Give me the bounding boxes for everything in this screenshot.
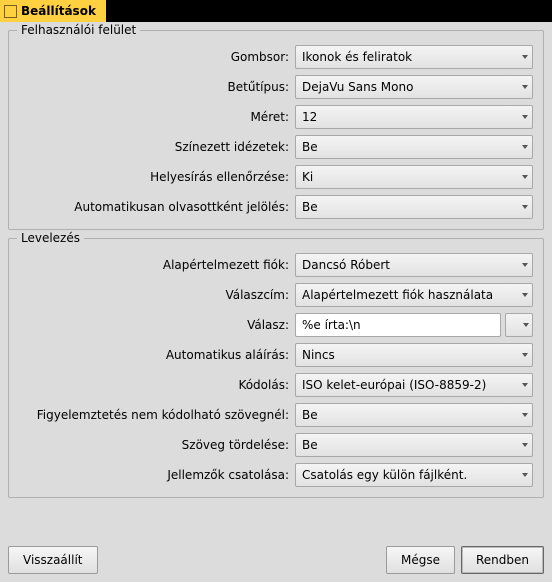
combo-encoding[interactable]: ISO kelet-európai (ISO-8859-2) bbox=[295, 373, 533, 397]
combo-autosig[interactable]: Nincs bbox=[295, 343, 533, 367]
label-autosig: Automatikus aláírás: bbox=[19, 348, 295, 362]
label-font: Betűtípus: bbox=[19, 80, 295, 94]
cancel-button[interactable]: Mégse bbox=[386, 546, 455, 574]
combo-toolbar-value: Ikonok és feliratok bbox=[302, 50, 412, 64]
combo-spell-value: Ki bbox=[302, 170, 313, 184]
settings-window: Beállítások Felhasználói felület Gombsor… bbox=[0, 0, 552, 582]
chevron-down-icon bbox=[522, 145, 528, 149]
reset-button[interactable]: Visszaállít bbox=[8, 546, 98, 574]
chevron-down-icon bbox=[522, 175, 528, 179]
combo-toolbar[interactable]: Ikonok és feliratok bbox=[295, 45, 533, 69]
chevron-down-icon bbox=[522, 443, 528, 447]
combo-attach[interactable]: Csatolás egy külön fájlként. bbox=[295, 463, 533, 487]
label-toolbar: Gombsor: bbox=[19, 50, 295, 64]
combo-quotes-value: Be bbox=[302, 140, 318, 154]
combo-replyto[interactable]: Alapértelmezett fiók használata bbox=[295, 283, 533, 307]
window-icon bbox=[4, 5, 17, 18]
label-wrap: Szöveg tördelése: bbox=[19, 438, 295, 452]
reset-button-label: Visszaállít bbox=[23, 553, 83, 567]
label-spell: Helyesírás ellenőrzése: bbox=[19, 170, 295, 184]
combo-wrap[interactable]: Be bbox=[295, 433, 533, 457]
combo-account[interactable]: Dancsó Róbert bbox=[295, 253, 533, 277]
chevron-down-icon bbox=[522, 85, 528, 89]
input-reply[interactable]: %e írta:\n bbox=[295, 313, 501, 337]
input-reply-value: %e írta:\n bbox=[302, 318, 361, 332]
label-reply: Válasz: bbox=[19, 318, 295, 332]
cancel-button-label: Mégse bbox=[401, 553, 440, 567]
combo-warn-value: Be bbox=[302, 408, 318, 422]
combo-size[interactable]: 12 bbox=[295, 105, 533, 129]
chevron-down-icon bbox=[522, 205, 528, 209]
label-warn: Figyelemztetés nem kódolható szövegnél: bbox=[19, 408, 295, 422]
combo-autoread-value: Be bbox=[302, 200, 318, 214]
combo-size-value: 12 bbox=[302, 110, 317, 124]
button-spacer bbox=[104, 546, 380, 574]
label-account: Alapértelmezett fiók: bbox=[19, 258, 295, 272]
combo-wrap-value: Be bbox=[302, 438, 318, 452]
client-area: Felhasználói felület Gombsor: Ikonok és … bbox=[0, 22, 552, 582]
label-autoread: Automatikusan olvasottként jelölés: bbox=[19, 200, 295, 214]
chevron-down-icon bbox=[523, 323, 529, 327]
label-quotes: Színezett idézetek: bbox=[19, 140, 295, 154]
combo-font[interactable]: DejaVu Sans Mono bbox=[295, 75, 533, 99]
label-attach: Jellemzők csatolása: bbox=[19, 468, 295, 482]
ok-button[interactable]: Rendben bbox=[461, 546, 544, 574]
combo-warn[interactable]: Be bbox=[295, 403, 533, 427]
combo-attach-value: Csatolás egy külön fájlként. bbox=[302, 468, 467, 482]
dialog-buttons: Visszaállít Mégse Rendben bbox=[8, 542, 544, 574]
combo-quotes[interactable]: Be bbox=[295, 135, 533, 159]
chevron-down-icon bbox=[522, 263, 528, 267]
group-ui: Felhasználói felület Gombsor: Ikonok és … bbox=[8, 30, 544, 230]
group-mail: Levelezés Alapértelmezett fiók: Dancsó R… bbox=[8, 238, 544, 498]
label-encoding: Kódolás: bbox=[19, 378, 295, 392]
chevron-down-icon bbox=[522, 413, 528, 417]
chevron-down-icon bbox=[522, 353, 528, 357]
group-mail-title: Levelezés bbox=[17, 231, 84, 245]
label-size: Méret: bbox=[19, 110, 295, 124]
group-ui-title: Felhasználói felület bbox=[17, 23, 140, 37]
chevron-down-icon bbox=[522, 383, 528, 387]
chevron-down-icon bbox=[522, 293, 528, 297]
chevron-down-icon bbox=[522, 115, 528, 119]
combo-replyto-value: Alapértelmezett fiók használata bbox=[302, 288, 493, 302]
label-replyto: Válaszcím: bbox=[19, 288, 295, 302]
chevron-down-icon bbox=[522, 473, 528, 477]
reply-more-button[interactable] bbox=[505, 313, 533, 337]
combo-autoread[interactable]: Be bbox=[295, 195, 533, 219]
window-tab[interactable]: Beállítások bbox=[0, 0, 108, 22]
combo-font-value: DejaVu Sans Mono bbox=[302, 80, 413, 94]
window-title: Beállítások bbox=[21, 4, 96, 18]
combo-encoding-value: ISO kelet-európai (ISO-8859-2) bbox=[302, 378, 486, 392]
titlebar: Beállítások bbox=[0, 0, 552, 22]
combo-autosig-value: Nincs bbox=[302, 348, 335, 362]
chevron-down-icon bbox=[522, 55, 528, 59]
ok-button-label: Rendben bbox=[476, 553, 529, 567]
combo-account-value: Dancsó Róbert bbox=[302, 258, 390, 272]
combo-spell[interactable]: Ki bbox=[295, 165, 533, 189]
